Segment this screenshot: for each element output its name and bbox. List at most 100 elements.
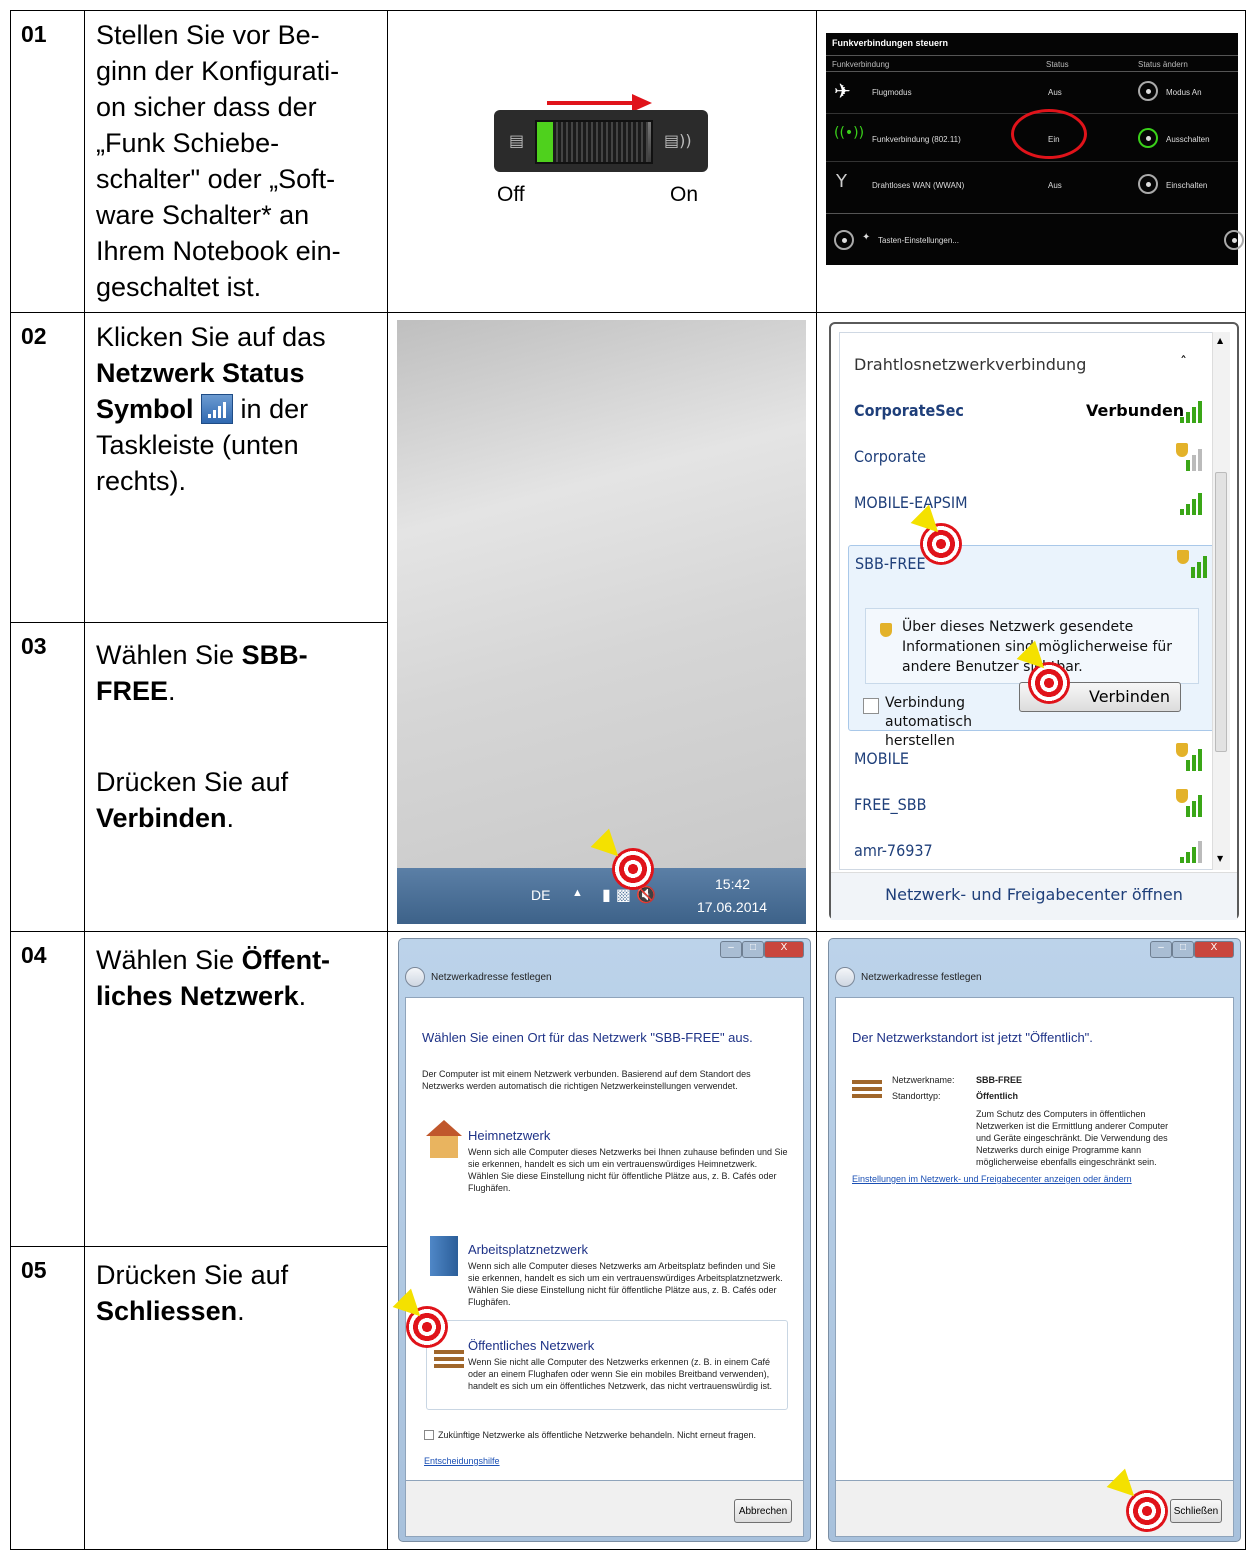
- auto-connect-label[interactable]: Verbindung automatisch herstellen: [885, 694, 1025, 751]
- signal-strength-icon: [1178, 489, 1206, 515]
- collapse-chevron-icon[interactable]: ˆ: [1180, 355, 1187, 371]
- location-type-value: Öffentlich: [976, 1091, 1018, 1101]
- funk-row-action[interactable]: Einschalten: [1166, 181, 1207, 190]
- network-item-corporate[interactable]: Corporate: [854, 447, 926, 466]
- scroll-up-icon[interactable]: ▲: [1217, 336, 1223, 345]
- future-networks-label[interactable]: Zukünftige Netzwerke als öffentliche Net…: [438, 1429, 798, 1441]
- funk-row-action[interactable]: Modus An: [1166, 88, 1202, 97]
- signal-strength-icon: [1183, 552, 1211, 578]
- row-05-text-cell: Drücken Sie auf Schliessen.: [84, 1246, 388, 1550]
- funk-row-action[interactable]: Ausschalten: [1166, 135, 1210, 144]
- funk-row-status: Aus: [1048, 88, 1062, 97]
- button-settings-button[interactable]: [834, 230, 854, 250]
- step-03-text-part: .: [226, 803, 235, 833]
- dialog-body: Der Netzwerkstandort ist jetzt "Öffentli…: [835, 997, 1234, 1481]
- desktop-background: [397, 320, 806, 924]
- switch-on-indicator: [537, 122, 553, 162]
- step-03-text-part: .: [168, 676, 176, 706]
- minimize-icon[interactable]: –: [720, 941, 742, 958]
- scroll-thumb[interactable]: [1215, 472, 1227, 752]
- location-description: Zum Schutz des Computers in öffentlichen…: [976, 1109, 1169, 1167]
- divider: [826, 213, 1238, 214]
- help-link[interactable]: Entscheidungshilfe: [424, 1456, 500, 1466]
- funk-row-status: Aus: [1048, 181, 1062, 190]
- close-icon[interactable]: [1224, 230, 1244, 250]
- signal-strength-icon: [1178, 791, 1206, 817]
- network-center-link[interactable]: Netzwerk- und Freigabecenter öffnen: [831, 872, 1237, 920]
- option-work-title[interactable]: Arbeitsplatznetzwerk: [468, 1242, 588, 1257]
- show-hidden-icons-icon[interactable]: ▲: [572, 887, 583, 899]
- step-04-text: Wählen Sie Öffent-liches Netzwerk.: [85, 932, 355, 1014]
- close-icon[interactable]: X: [1194, 941, 1234, 958]
- network-item-amr[interactable]: amr-76937: [854, 841, 933, 860]
- row-05-number-cell: 05: [10, 1246, 85, 1550]
- funk-footer-label[interactable]: Tasten-Einstellungen...: [878, 236, 959, 245]
- signal-strength-icon: [1178, 837, 1206, 863]
- scroll-down-icon[interactable]: ▼: [1217, 854, 1223, 863]
- dialog-footer: Abbrechen: [405, 1481, 804, 1537]
- house-icon: [426, 1120, 462, 1158]
- scrollbar[interactable]: ▲ ▼: [1212, 332, 1230, 870]
- cancel-button[interactable]: Abbrechen: [734, 1499, 792, 1523]
- row-02-number-cell: 02: [10, 312, 85, 623]
- step-number: 01: [21, 21, 47, 47]
- wireless-network-list: Drahtlosnetzwerkverbindung ˆ CorporateSe…: [829, 322, 1239, 920]
- step-03-bold: Verbinden: [96, 803, 227, 833]
- wifi-off-button[interactable]: [1138, 128, 1158, 148]
- back-arrow-icon[interactable]: [835, 967, 855, 987]
- option-public-title[interactable]: Öffentliches Netzwerk: [468, 1338, 594, 1353]
- red-arrow-line: [547, 101, 645, 105]
- network-item-free-sbb[interactable]: FREE_SBB: [854, 795, 927, 814]
- taskbar: DE ▲ ▮ ▩ 🔇 15:42 17.06.2014: [397, 868, 806, 924]
- signal-strength-icon: [1178, 445, 1206, 471]
- airplane-mode-button[interactable]: [1138, 81, 1158, 101]
- clock-time[interactable]: 15:42: [715, 876, 750, 892]
- step-03-text-2: Drücken Sie auf Verbinden.: [85, 758, 355, 836]
- step-05-text-part: .: [237, 1296, 245, 1326]
- row-04-text-cell: Wählen Sie Öffent-liches Netzwerk.: [84, 931, 388, 1247]
- option-home-title[interactable]: Heimnetzwerk: [468, 1128, 550, 1143]
- switch-knob[interactable]: [553, 122, 648, 162]
- divider: [826, 161, 1238, 162]
- language-indicator[interactable]: DE: [531, 887, 550, 903]
- network-name-value: SBB-FREE: [976, 1075, 1023, 1085]
- step-05-text: Drücken Sie auf Schliessen.: [85, 1247, 355, 1329]
- panel-title: Funkverbindungen steuern: [832, 38, 949, 48]
- network-status-connected: Verbunden: [1086, 401, 1185, 420]
- minimize-icon[interactable]: –: [1150, 941, 1172, 958]
- maximize-icon[interactable]: □: [1172, 941, 1194, 958]
- maximize-icon[interactable]: □: [742, 941, 764, 958]
- wwan-on-button[interactable]: [1138, 174, 1158, 194]
- network-list-body: Drahtlosnetzwerkverbindung ˆ CorporateSe…: [839, 332, 1216, 870]
- close-icon[interactable]: X: [764, 941, 804, 958]
- divider: [826, 71, 1238, 72]
- selected-network-panel[interactable]: SBB-FREE Über dieses Netzwerk gesendete …: [848, 545, 1216, 749]
- auto-connect-checkbox[interactable]: [863, 698, 879, 714]
- network-item-sbb-free[interactable]: SBB-FREE: [855, 554, 926, 573]
- step-03-text: Wählen Sie SBB-FREE.: [85, 623, 355, 709]
- airplane-icon: ✈: [834, 79, 851, 103]
- laptop-wireless-on-icon: ▤)): [664, 131, 692, 150]
- step-03-text-part: Drücken Sie auf: [96, 767, 289, 797]
- dialog-nav-bar: Netzwerkadresse festlegen: [835, 967, 1227, 991]
- highlight-ellipse: [1011, 109, 1087, 159]
- network-name-label: Netzwerkname:: [892, 1075, 955, 1085]
- wwan-antenna-icon: Y: [836, 171, 847, 192]
- row-01-number-cell: 01: [10, 10, 85, 313]
- step-03-text-part: Wählen Sie: [96, 640, 242, 670]
- col-header-connection: Funkverbindung: [832, 60, 890, 69]
- row-03-text-cell: Wählen Sie SBB-FREE. Drücken Sie auf Ver…: [84, 622, 388, 932]
- step-02-text: Klicken Sie auf das Netzwerk Status Symb…: [85, 313, 355, 499]
- network-item-corporatesec[interactable]: CorporateSec: [854, 401, 964, 420]
- network-center-settings-link[interactable]: Einstellungen im Netzwerk- und Freigabec…: [852, 1174, 1132, 1184]
- back-arrow-icon[interactable]: [405, 967, 425, 987]
- step-number: 04: [21, 942, 47, 968]
- step-05-text-part: Drücken Sie auf: [96, 1260, 289, 1290]
- network-item-mobile[interactable]: MOBILE: [854, 749, 909, 768]
- future-networks-checkbox[interactable]: [424, 1430, 434, 1440]
- row-04-number-cell: 04: [10, 931, 85, 1247]
- clock-date[interactable]: 17.06.2014: [697, 899, 767, 915]
- network-item-mobile-eapsim[interactable]: MOBILE-EAPSIM: [854, 493, 968, 512]
- laptop-off-icon: ▤: [509, 131, 525, 150]
- close-button[interactable]: Schließen: [1170, 1499, 1222, 1523]
